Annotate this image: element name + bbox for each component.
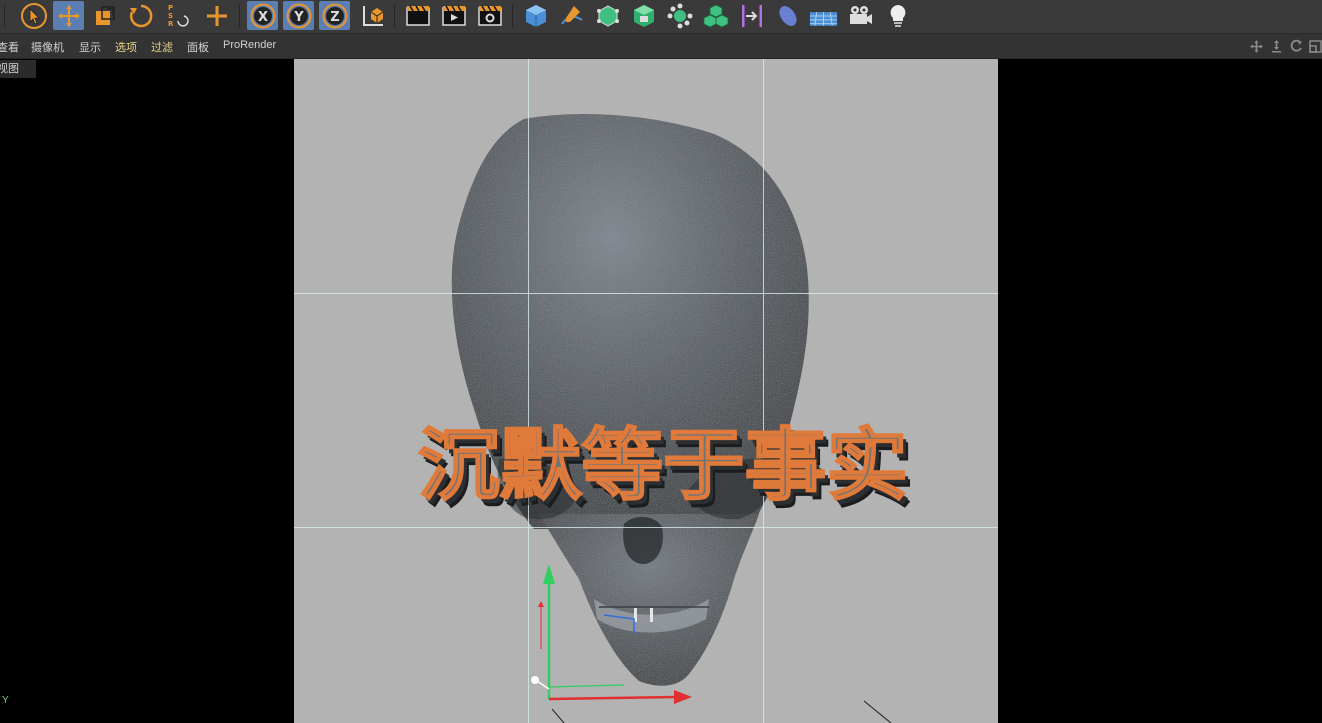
- move-icon: [57, 4, 80, 27]
- main-toolbar: P S R X Y Z: [0, 0, 1322, 34]
- field-button[interactable]: [772, 1, 803, 30]
- menu-display[interactable]: 显示: [79, 39, 101, 55]
- svg-text:R: R: [168, 20, 174, 28]
- rotate-tool-button[interactable]: [125, 1, 156, 30]
- scale-icon: [95, 5, 115, 25]
- x-axis-lock-button[interactable]: X: [247, 1, 278, 30]
- psr-icon: P S R: [168, 4, 189, 28]
- 3d-text-object[interactable]: 沉默等于事实 沉默等于事实 沉默等于事实: [417, 420, 914, 519]
- render-settings-button[interactable]: [474, 1, 505, 30]
- array-icon: [667, 3, 692, 28]
- floor-icon: [809, 11, 838, 26]
- select-icon: [20, 2, 47, 29]
- pan-view-icon[interactable]: [1249, 39, 1264, 54]
- toolbar-separator: [239, 4, 240, 28]
- z-axis-lock-icon: Z: [322, 3, 347, 28]
- field-icon: [778, 5, 797, 26]
- x-axis-lock-icon: X: [250, 3, 275, 28]
- add-icon: [206, 5, 227, 26]
- coordinate-system-icon: [362, 5, 383, 26]
- camera-button[interactable]: [844, 1, 875, 30]
- y-axis-lock-button[interactable]: Y: [283, 1, 314, 30]
- menu-panel[interactable]: 面板: [187, 39, 209, 55]
- viewport-menubar: 查看 摄像机 显示 选项 过滤 面板 ProRender: [0, 34, 1322, 59]
- svg-text:Z: Z: [330, 10, 339, 25]
- pen-button[interactable]: [556, 1, 587, 30]
- menu-camera[interactable]: 摄像机: [31, 39, 64, 55]
- move-tool-button[interactable]: [53, 1, 84, 30]
- subdivision-button[interactable]: [592, 1, 623, 30]
- rotate-view-icon[interactable]: [1289, 39, 1304, 54]
- view-tab[interactable]: 视图: [0, 60, 36, 78]
- svg-text:沉默等于事实: 沉默等于事实: [418, 421, 908, 511]
- extrude-button[interactable]: [628, 1, 659, 30]
- toolbar-separator: [512, 4, 513, 28]
- svg-text:X: X: [257, 10, 267, 25]
- cloner-icon: [703, 4, 728, 27]
- render-picture-viewer-icon: [441, 5, 466, 26]
- camera-icon: [849, 5, 872, 24]
- world-axis-y-label: Y: [2, 695, 9, 706]
- pen-icon: [560, 5, 583, 25]
- render-settings-icon: [477, 5, 502, 26]
- skull-model[interactable]: [451, 114, 809, 686]
- extrude-icon: [633, 4, 654, 27]
- render-picture-viewer-button[interactable]: [438, 1, 469, 30]
- svg-text:Y: Y: [293, 10, 304, 25]
- cloner-button[interactable]: [700, 1, 731, 30]
- array-button[interactable]: [664, 1, 695, 30]
- menu-filter[interactable]: 过滤: [151, 39, 173, 55]
- subdivision-icon: [596, 4, 619, 27]
- floor-button[interactable]: [808, 1, 839, 30]
- add-tool-button[interactable]: [201, 1, 232, 30]
- render-view-icon: [405, 5, 430, 26]
- zoom-view-icon[interactable]: [1269, 39, 1284, 54]
- select-tool-button[interactable]: [18, 1, 49, 30]
- deformer-button[interactable]: [736, 1, 767, 30]
- menu-view[interactable]: 查看: [0, 39, 19, 55]
- light-icon: [890, 4, 905, 27]
- toolbar-separator: [4, 4, 5, 28]
- maximize-view-icon[interactable]: [1308, 39, 1322, 54]
- light-button[interactable]: [882, 1, 913, 30]
- svg-text:P: P: [168, 4, 173, 12]
- cube-icon: [525, 4, 546, 27]
- coordinate-system-button[interactable]: [357, 1, 388, 30]
- psr-tool-button[interactable]: P S R: [161, 1, 192, 30]
- 3d-viewport[interactable]: 沉默等于事实 沉默等于事实 沉默等于事实: [294, 59, 998, 723]
- menu-options[interactable]: 选项: [115, 39, 137, 55]
- z-axis-lock-button[interactable]: Z: [319, 1, 350, 30]
- scale-tool-button[interactable]: [89, 1, 120, 30]
- toolbar-separator: [394, 4, 395, 28]
- render-view-button[interactable]: [402, 1, 433, 30]
- svg-text:S: S: [168, 12, 173, 20]
- deformer-icon: [741, 4, 762, 27]
- cube-button[interactable]: [520, 1, 551, 30]
- rotate-icon: [129, 4, 152, 27]
- y-axis-lock-icon: Y: [286, 3, 311, 28]
- menu-prorender[interactable]: ProRender: [223, 39, 276, 51]
